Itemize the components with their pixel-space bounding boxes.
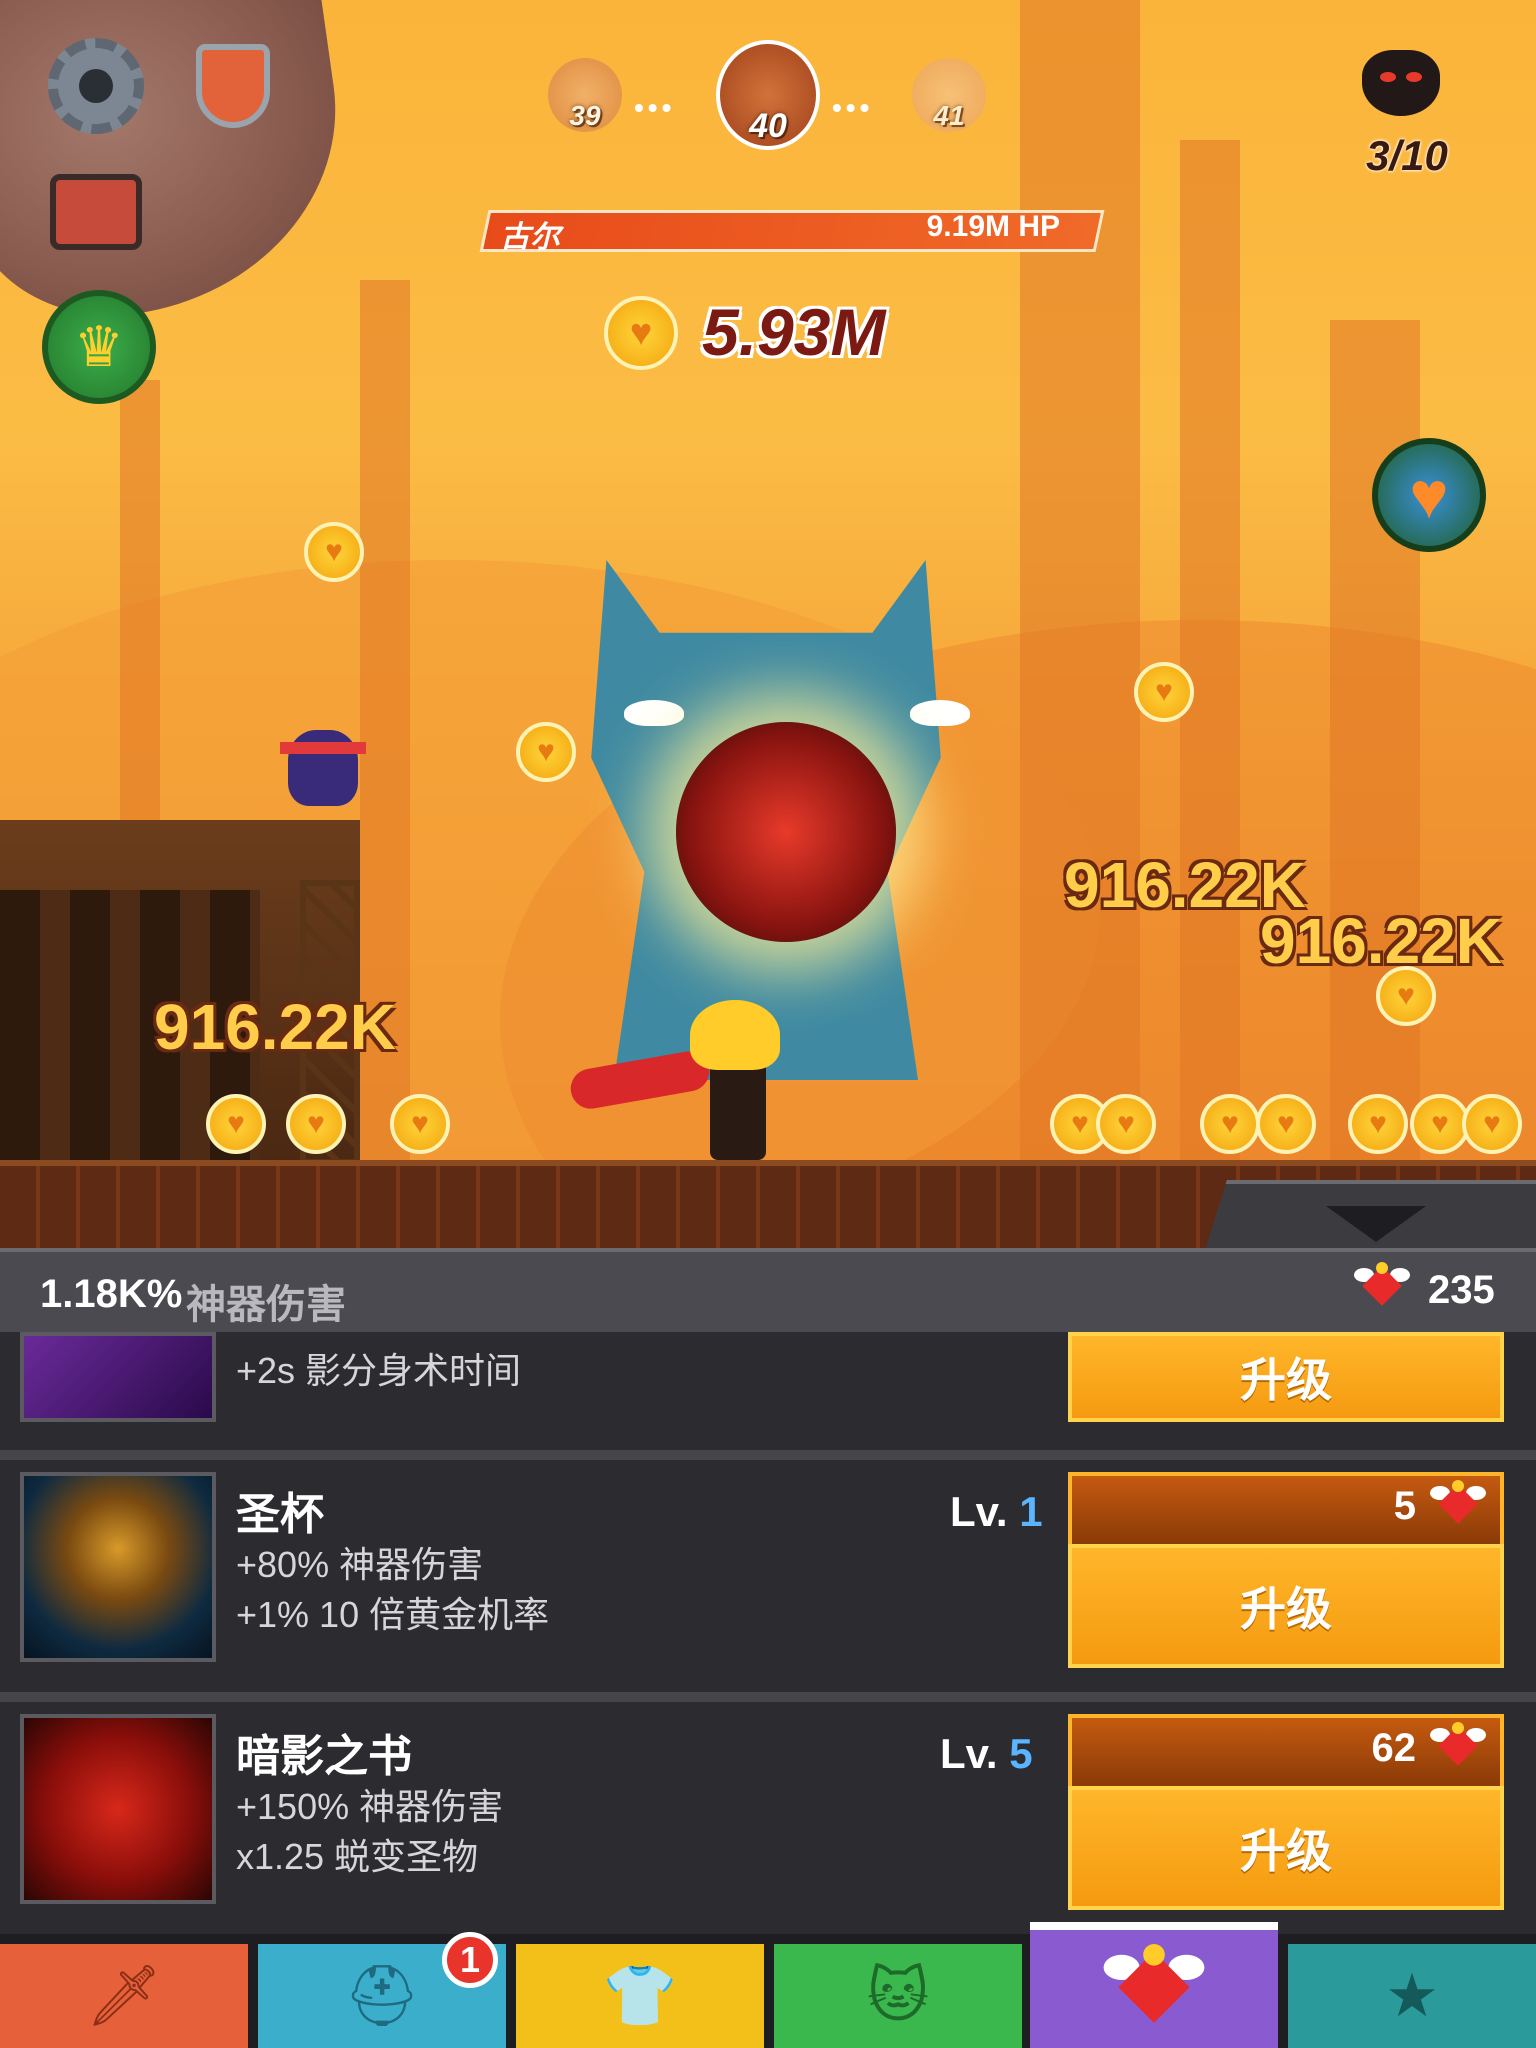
- gold-coin-icon[interactable]: ♥: [1348, 1094, 1408, 1154]
- gold-coin-icon[interactable]: ♥: [1134, 662, 1194, 722]
- artifact-effect: +150% 神器伤害: [236, 1786, 504, 1827]
- upgrade-cost: 5: [1393, 1484, 1416, 1528]
- gold-coin-icon[interactable]: ♥: [206, 1094, 266, 1154]
- ninja-helper: [280, 730, 366, 806]
- gold-coin-icon[interactable]: ♥: [304, 522, 364, 582]
- upgrade-cost: 62: [1371, 1726, 1417, 1770]
- shop-chest-icon[interactable]: [50, 174, 142, 250]
- relic-icon: [1354, 1262, 1410, 1312]
- boss-name: 古尔: [500, 221, 560, 254]
- tab-shop[interactable]: ★: [1288, 1944, 1536, 2048]
- star-icon: ★: [1385, 1962, 1439, 2029]
- stage-current: 40: [716, 40, 820, 150]
- artifact-effect: +1% 10 倍黄金机率: [236, 1594, 550, 1635]
- gold-total: 5.93M: [702, 295, 886, 369]
- artifact-thumbnail: [20, 1332, 216, 1422]
- artifact-level: Lv. 5: [940, 1730, 1033, 1777]
- upgrade-button[interactable]: 升级: [1068, 1332, 1504, 1422]
- boss-eye: [910, 700, 970, 726]
- book-of-shadows-thumbnail: [20, 1714, 216, 1904]
- artifact-effect: x1.25 蜕变圣物: [236, 1836, 479, 1877]
- upgrade-button[interactable]: 升级: [1068, 1786, 1504, 1910]
- artifact-level: Lv. 1: [950, 1488, 1043, 1535]
- damage-popup: 916.22K: [154, 991, 396, 1063]
- swordmaster-hero: [567, 1000, 790, 1160]
- holy-grail-thumbnail: [20, 1472, 216, 1662]
- damage-popup: 916.22K: [1260, 905, 1502, 977]
- crown-button[interactable]: ♛: [42, 290, 156, 404]
- tab-sword[interactable]: 🗡: [0, 1944, 248, 2048]
- relic-count: 235: [1428, 1268, 1495, 1312]
- boss-hp-value: 9.19M HP: [926, 210, 1060, 243]
- tab-pets[interactable]: 🐱: [774, 1944, 1022, 2048]
- artifact-name: 暗影之书: [236, 1732, 412, 1781]
- notification-badge: 1: [442, 1932, 498, 1988]
- collapse-arrow-icon[interactable]: [1326, 1206, 1426, 1242]
- boss-skull-icon: [1362, 50, 1440, 116]
- pet-icon: 🐱: [866, 1962, 930, 2029]
- background-tower: [1020, 0, 1140, 1180]
- clan-shield-icon[interactable]: [196, 44, 270, 128]
- gold-coin-icon[interactable]: ♥: [390, 1094, 450, 1154]
- artifact-effect: +80% 神器伤害: [236, 1544, 484, 1585]
- stage-previous: 39: [548, 58, 622, 132]
- tab-equipment[interactable]: 👕: [516, 1944, 764, 2048]
- gold-coin-icon[interactable]: ♥: [1256, 1094, 1316, 1154]
- settings-gear-icon[interactable]: [48, 38, 144, 134]
- tab-artifacts[interactable]: [1030, 1922, 1278, 2048]
- heart-globe-button[interactable]: ♥: [1372, 438, 1486, 552]
- background-tower: [1180, 140, 1240, 1180]
- boss-mouth: [676, 722, 896, 942]
- stage-dots: •••: [832, 92, 874, 123]
- artifact-name: 圣杯: [236, 1490, 324, 1539]
- gold-coin-icon: ♥: [604, 296, 678, 370]
- crown-icon: ♛: [73, 315, 125, 378]
- row-divider: [0, 1692, 1536, 1702]
- gold-coin-icon[interactable]: ♥: [1200, 1094, 1260, 1154]
- upgrade-button[interactable]: 升级: [1068, 1544, 1504, 1668]
- heart-icon: ♥: [1409, 458, 1449, 532]
- winged-heart-icon: [1103, 1944, 1205, 2034]
- artifact-damage-label: 神器伤害: [186, 1283, 346, 1327]
- gold-coin-icon[interactable]: ♥: [1096, 1094, 1156, 1154]
- artifact-damage-value: 1.18K%: [40, 1272, 183, 1316]
- helmet-icon: ⛑: [343, 1962, 421, 2029]
- stage-next: 41: [912, 58, 986, 132]
- sword-icon: 🗡: [85, 1962, 163, 2029]
- boss-eye: [624, 700, 684, 726]
- gold-coin-icon[interactable]: ♥: [1462, 1094, 1522, 1154]
- airship: [0, 0, 362, 335]
- shirt-icon: 👕: [602, 1962, 678, 2029]
- artifact-effect: +2s 影分身术时间: [236, 1350, 522, 1391]
- relic-icon: [1430, 1722, 1486, 1772]
- boss-counter: 3/10: [1366, 132, 1448, 179]
- relic-icon: [1430, 1480, 1486, 1530]
- gold-coin-icon[interactable]: ♥: [516, 722, 576, 782]
- stage-dots: •••: [634, 92, 676, 123]
- row-divider: [0, 1450, 1536, 1460]
- gold-coin-icon[interactable]: ♥: [1410, 1094, 1470, 1154]
- gold-coin-icon[interactable]: ♥: [286, 1094, 346, 1154]
